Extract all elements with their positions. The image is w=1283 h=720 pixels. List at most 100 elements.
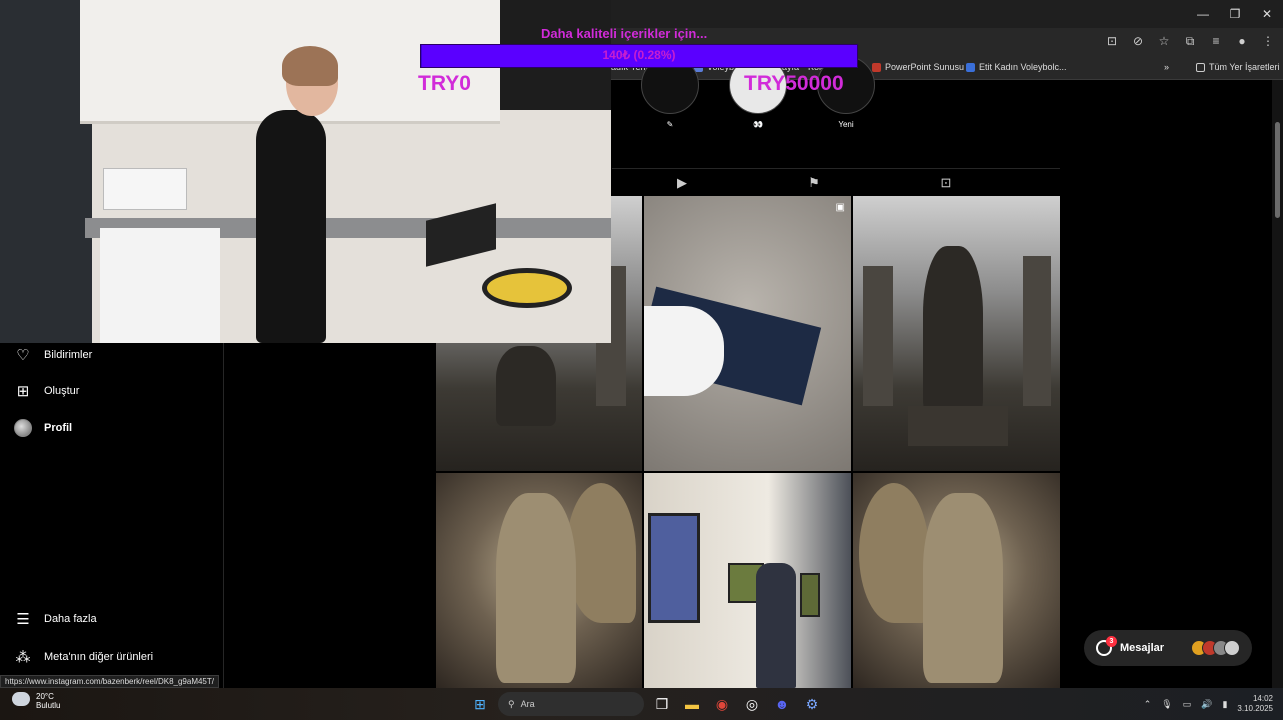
person-figure (756, 563, 796, 688)
file-explorer-icon[interactable]: ▬ (680, 692, 704, 716)
sidebar-item-meta-products[interactable]: ⁂ Meta'nın diğer ürünleri (14, 648, 154, 666)
streamer-body (256, 110, 326, 343)
sidebar-item-more[interactable]: ☰ Daha fazla (14, 610, 97, 628)
messages-label: Mesajlar (1120, 642, 1165, 654)
minimize-button[interactable]: — (1187, 0, 1219, 28)
highlight-item[interactable]: ✎ (640, 56, 700, 129)
taskbar-apps: ⊞ ⚲ Ara ❐ ▬ ◉ ◎ ☻ ⚙ (468, 692, 824, 716)
plus-square-icon: ⊞ (16, 383, 30, 400)
bookmark-item[interactable]: Etit Kadın Voleybolc... (966, 62, 1067, 72)
bookmark-favicon-icon (966, 62, 975, 72)
streamer-hair (282, 46, 338, 86)
microphone-icon[interactable]: 🎙 (1161, 699, 1172, 710)
profile-avatar-icon[interactable]: ● (1233, 32, 1251, 50)
scrollbar-thumb[interactable] (1275, 122, 1280, 218)
bookmarks-overflow-button[interactable]: » (1164, 62, 1169, 72)
angel-wing (566, 483, 636, 623)
tagged-tab-icon[interactable]: ⊡ (938, 175, 954, 191)
window-controls: — ❐ ✕ (1187, 0, 1283, 28)
highlight-label: 👀 (753, 120, 763, 129)
goal-max-label: TRY50000 (744, 72, 844, 95)
sidebar-item-label: Oluştur (44, 385, 80, 397)
angel-wing (859, 483, 929, 623)
donation-progress-text: 140₺ (0.28%) (602, 48, 676, 62)
conversation-avatars (1191, 640, 1240, 656)
edit-pencil-icon: ✎ (666, 120, 674, 129)
sidebar-item-create[interactable]: ⊞ Oluştur (14, 382, 80, 400)
highlight-label: Yeni (838, 120, 854, 129)
weather-widget[interactable]: 20°C Bulutlu (12, 692, 60, 710)
media-controls-icon[interactable]: ≡ (1207, 32, 1225, 50)
post-thumbnail[interactable] (644, 473, 851, 688)
chrome-icon[interactable]: ◉ (710, 692, 734, 716)
meta-grid-icon: ⁂ (15, 649, 31, 666)
reels-tab-icon[interactable]: ▶ (674, 175, 690, 191)
microwave (103, 168, 187, 210)
statue-figure (496, 346, 556, 426)
task-view-icon[interactable]: ❐ (650, 692, 674, 716)
heart-icon: ♡ (16, 347, 30, 364)
powerpoint-icon (872, 62, 881, 72)
cloud-icon (12, 692, 30, 706)
angel-figure (923, 493, 1003, 683)
post-thumbnail[interactable]: ▣ (644, 196, 851, 471)
date: 3.10.2025 (1237, 704, 1273, 713)
bookmark-star-icon[interactable]: ☆ (1155, 32, 1173, 50)
post-thumbnail[interactable] (853, 473, 1060, 688)
extensions-icon[interactable]: ⧉ (1181, 32, 1199, 50)
saved-tab-icon[interactable]: ⚑ (806, 175, 822, 191)
notification-badge: 3 (1106, 636, 1117, 647)
page-scrollbar[interactable] (1272, 80, 1283, 688)
all-bookmarks-folder[interactable]: Tüm Yer İşaretleri (1196, 62, 1280, 72)
sidebar-item-label: Bildirimler (44, 349, 93, 361)
time: 14:02 (1252, 694, 1273, 703)
sidebar-item-profile[interactable]: Profil (14, 419, 72, 437)
donation-goal-title: Daha kaliteli içerikler için... (541, 26, 708, 41)
donation-progress-bar: 140₺ (0.28%) (420, 44, 858, 68)
taskbar-search[interactable]: ⚲ Ara (498, 692, 644, 716)
discord-icon[interactable]: ☻ (770, 692, 794, 716)
sidebar-item-label: Meta'nın diğer ürünleri (44, 651, 154, 663)
network-icon[interactable]: ▭ (1183, 699, 1192, 710)
maximize-button[interactable]: ❐ (1219, 0, 1251, 28)
eye-off-icon[interactable]: ⊘ (1129, 32, 1147, 50)
clock[interactable]: 14:02 3.10.2025 (1237, 694, 1273, 714)
goal-min-label: TRY0 (418, 72, 471, 95)
post-thumbnail[interactable] (853, 196, 1060, 471)
avatar (14, 419, 32, 437)
close-button[interactable]: ✕ (1251, 0, 1283, 28)
menu-icon: ☰ (16, 611, 30, 628)
start-button[interactable]: ⊞ (468, 692, 492, 716)
volume-icon[interactable]: 🔊 (1201, 699, 1212, 710)
frying-pan (482, 268, 572, 308)
address-bar-icons: ⊡ ⊘ ☆ ⧉ ≡ ● ⋮ (1103, 32, 1277, 50)
sidebar-item-label: Profil (44, 422, 73, 434)
status-url: https://www.instagram.com/bazenberk/reel… (0, 675, 219, 688)
search-icon: ⚲ (508, 698, 515, 709)
dark-wall (0, 0, 92, 343)
white-shirt (644, 306, 724, 396)
post-thumbnail[interactable] (436, 473, 642, 688)
dishwasher (100, 228, 220, 343)
avatar (1224, 640, 1240, 656)
cathedral-tower (863, 266, 893, 406)
cathedral-tower (1023, 256, 1051, 406)
battery-icon[interactable]: ▮ (1222, 699, 1227, 710)
settings-icon[interactable]: ⚙ (800, 692, 824, 716)
sidebar-item-label: Daha fazla (44, 613, 97, 625)
angel-figure (496, 493, 576, 683)
obs-icon[interactable]: ◎ (740, 692, 764, 716)
bookmark-item[interactable]: PowerPoint Sunusu (872, 62, 964, 72)
reel-icon: ▣ (835, 202, 845, 213)
sidebar-item-notifications[interactable]: ♡ Bildirimler (14, 346, 92, 364)
statue-pedestal (908, 406, 1008, 446)
screen: — ❐ ✕ ⊡ ⊘ ☆ ⧉ ≡ ● ⋮ Sadık Yerlemedi Rada… (0, 0, 1283, 720)
profile-tabs: ▶ ⚑ ⊡ (612, 168, 1060, 196)
painting (648, 513, 700, 623)
browser-menu-icon[interactable]: ⋮ (1259, 32, 1277, 50)
install-app-icon[interactable]: ⊡ (1103, 32, 1121, 50)
tray-overflow-icon[interactable]: ⌃ (1144, 699, 1152, 710)
messages-button[interactable]: 3 Mesajlar (1084, 630, 1252, 666)
messenger-icon: 3 (1096, 636, 1117, 656)
folder-icon (1196, 62, 1205, 72)
